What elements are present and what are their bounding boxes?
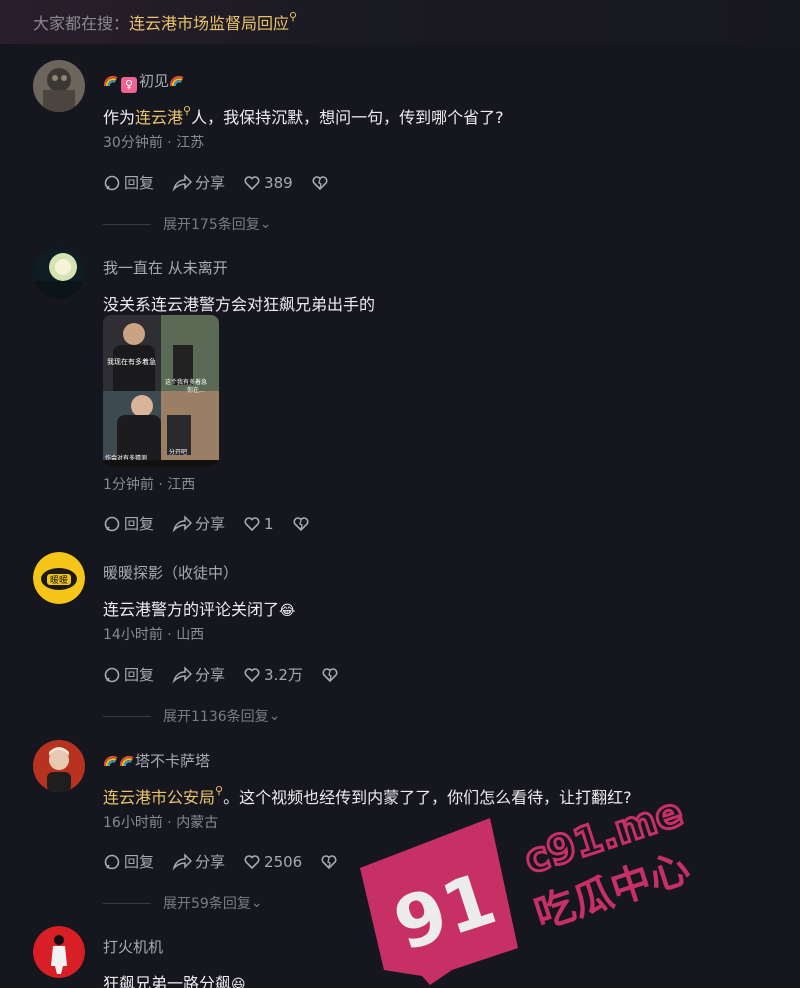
broken-heart-icon <box>312 175 328 190</box>
share-button[interactable]: 分享 <box>172 664 225 685</box>
like-button[interactable]: 389 <box>243 174 293 192</box>
image-caption: 我现在有多着急 <box>107 358 156 366</box>
rainbow-icon <box>170 75 184 87</box>
comment-actions: 回复 分享 389 <box>103 172 350 193</box>
heart-icon <box>244 175 260 190</box>
reply-button[interactable]: 回复 <box>103 664 154 685</box>
share-icon <box>172 665 193 684</box>
reply-button[interactable]: 回复 <box>103 172 154 193</box>
comment-time: 16小时前 <box>103 815 163 831</box>
avatar[interactable] <box>33 740 85 792</box>
share-button[interactable]: 分享 <box>172 851 225 872</box>
female-icon: ♀ <box>121 77 137 93</box>
comment-image[interactable]: 我现在有多着急 这个我有多着急 你在... 作会对有多猜测 分开吧 <box>103 315 219 467</box>
dislike-button[interactable] <box>292 515 313 533</box>
chevron-down-icon: ⌄ <box>259 216 272 232</box>
comment-meta: 30分钟前 · 江苏 <box>103 135 205 151</box>
expand-replies-button[interactable]: 展开175条回复 ⌄ <box>103 214 271 234</box>
comment-username[interactable]: 打火机机 <box>103 936 163 957</box>
like-button[interactable]: 2506 <box>243 853 302 871</box>
comment-meta: 1分钟前 · 江西 <box>103 477 196 493</box>
reply-button[interactable]: 回复 <box>103 851 154 872</box>
comment-text: 狂飙兄弟一路分飙😆 <box>103 970 246 988</box>
reply-icon <box>104 854 120 869</box>
search-link[interactable]: 连云港 <box>135 108 183 127</box>
share-icon <box>172 852 193 871</box>
watermark-logo: 91 c91.me 吃瓜中心 <box>360 788 695 985</box>
avatar[interactable] <box>33 926 85 978</box>
heart-icon <box>244 667 260 682</box>
divider <box>103 223 151 225</box>
comment-username[interactable]: 暖暖探影（收徒中） <box>103 562 238 583</box>
comment-actions: 回复 分享 1 <box>103 513 331 534</box>
search-icon: ⚲ <box>183 104 192 117</box>
comment-meta: 14小时前 · 山西 <box>103 627 205 643</box>
chevron-down-icon: ⌄ <box>250 895 263 911</box>
dislike-button[interactable] <box>320 853 341 871</box>
comment-username[interactable]: ♀ 初见 <box>103 70 185 93</box>
reply-icon <box>104 175 120 190</box>
expand-replies-button[interactable]: 展开1136条回复 ⌄ <box>103 706 280 726</box>
comment-time: 1分钟前 <box>103 477 154 493</box>
share-button[interactable]: 分享 <box>172 513 225 534</box>
search-link[interactable]: 连云港市公安局 <box>103 788 215 807</box>
broken-heart-icon <box>322 667 338 682</box>
laughing-emoji-icon: 😂 <box>279 603 296 619</box>
reply-icon <box>104 667 120 682</box>
search-icon: ⚲ <box>215 784 224 797</box>
share-icon <box>172 514 193 533</box>
comment-location: 江苏 <box>176 135 205 151</box>
comment-time: 30分钟前 <box>103 135 163 151</box>
divider <box>103 902 151 904</box>
comment-actions: 回复 分享 3.2万 <box>103 664 360 685</box>
search-icon: ⚲ <box>289 10 298 23</box>
comment-username[interactable]: 我一直在 从未离开 <box>103 257 228 278</box>
comment-text: 没关系连云港警方会对狂飙兄弟出手的 <box>103 295 376 314</box>
search-label: 大家都在搜： <box>33 14 130 33</box>
search-term-link[interactable]: 连云港市场监督局回应 <box>129 14 289 33</box>
image-caption: 你在... <box>187 387 205 394</box>
rainbow-icon <box>103 755 118 767</box>
like-button[interactable]: 3.2万 <box>243 664 303 685</box>
avatar[interactable] <box>33 60 85 112</box>
comment-username[interactable]: 塔不卡萨塔 <box>103 750 210 771</box>
comment-meta: 16小时前 · 内蒙古 <box>103 815 219 831</box>
broken-heart-icon <box>293 516 309 531</box>
reply-button[interactable]: 回复 <box>103 513 154 534</box>
rainbow-icon <box>103 75 118 87</box>
like-count: 3.2万 <box>264 666 303 684</box>
comment-location: 江西 <box>167 477 196 493</box>
comment-time: 14小时前 <box>103 627 163 643</box>
rainbow-icon <box>119 755 134 767</box>
like-button[interactable]: 1 <box>243 515 274 533</box>
broken-heart-icon <box>321 854 337 869</box>
like-count: 2506 <box>264 852 303 871</box>
avatar[interactable]: 暖暖 <box>33 552 85 604</box>
heart-icon <box>244 516 260 531</box>
like-count: 1 <box>264 514 274 533</box>
reply-icon <box>104 516 120 531</box>
comment-text: 作为连云港⚲人，我保持沉默，想问一句，传到哪个省了? <box>103 104 504 127</box>
expand-replies-button[interactable]: 展开59条回复 ⌄ <box>103 893 263 913</box>
chevron-down-icon: ⌄ <box>268 708 281 724</box>
like-count: 389 <box>264 173 293 192</box>
divider <box>103 715 151 717</box>
comment-location: 山西 <box>176 627 205 643</box>
dislike-button[interactable] <box>321 666 342 684</box>
avatar-text: 暖暖 <box>50 574 68 586</box>
heart-icon <box>244 854 260 869</box>
share-button[interactable]: 分享 <box>172 172 225 193</box>
share-icon <box>172 173 193 192</box>
comment-actions: 回复 分享 2506 <box>103 851 359 872</box>
dislike-button[interactable] <box>311 174 332 192</box>
comment-text: 连云港警方的评论关闭了😂 <box>103 600 296 619</box>
smiling-emoji-icon: 😆 <box>231 977 246 988</box>
search-suggestion-bar[interactable]: 大家都在搜：连云港市场监督局回应⚲ <box>0 0 800 44</box>
comment-location: 内蒙古 <box>176 815 219 831</box>
image-caption: 分开吧 <box>169 449 188 456</box>
avatar[interactable] <box>33 247 85 299</box>
